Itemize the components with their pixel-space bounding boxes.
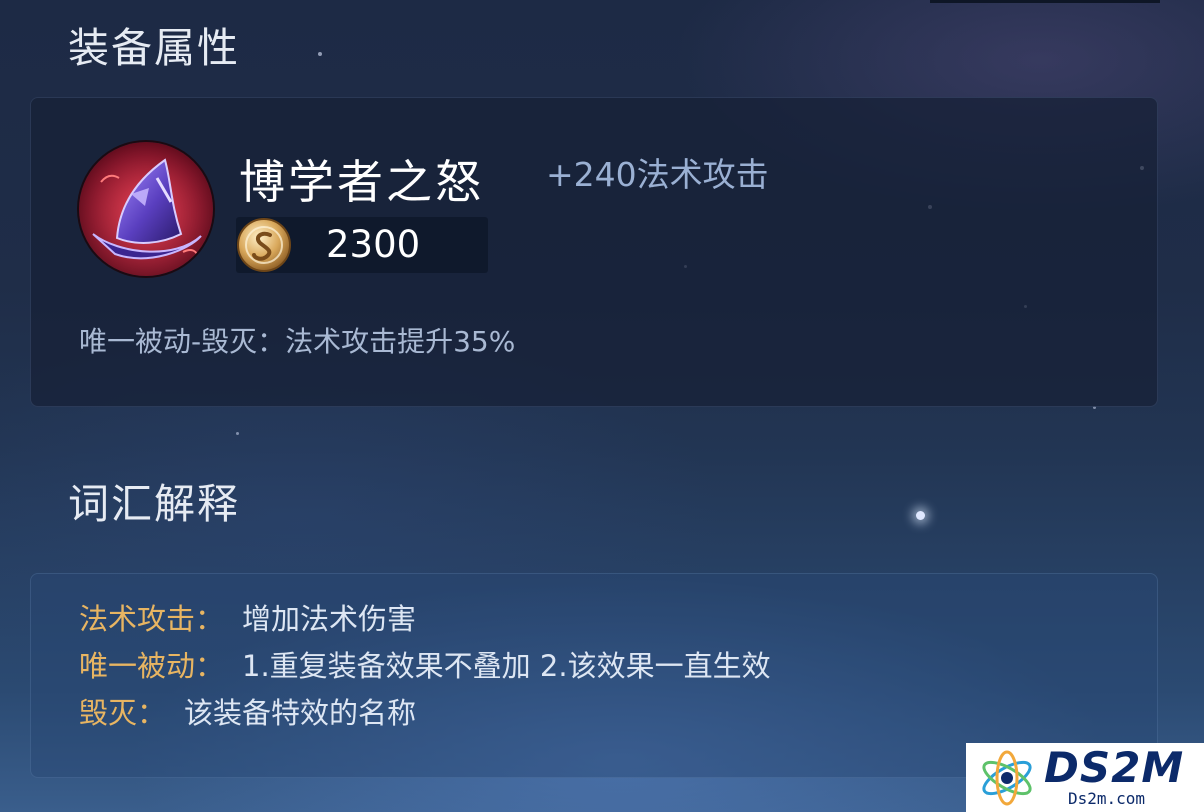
gold-coin-icon <box>236 217 292 273</box>
glossary-definition: 增加法术伤害 <box>242 602 417 636</box>
glossary-term: 唯一被动： <box>79 649 225 683</box>
glossary-section-title: 词汇解释 <box>68 480 240 528</box>
glossary-definition: 该装备特效的名称 <box>184 696 417 730</box>
star-decoration <box>318 52 322 56</box>
star-decoration <box>236 432 239 435</box>
glossary-term: 法术攻击： <box>79 602 225 636</box>
watermark-subtitle: Ds2m.com <box>1068 789 1146 808</box>
atom-logo-icon <box>978 749 1036 807</box>
glossary-row: 唯一被动： 1.重复装备效果不叠加 2.该效果一直生效 <box>79 643 771 685</box>
watermark-title: DS2M <box>1044 743 1185 792</box>
site-watermark: DS2M Ds2m.com <box>966 743 1204 812</box>
item-stat: +240法术攻击 <box>546 155 769 194</box>
item-price: 2300 <box>326 223 421 266</box>
price-box: 2300 <box>236 217 488 273</box>
glossary-definition: 1.重复装备效果不叠加 2.该效果一直生效 <box>242 649 771 683</box>
passive-description: 唯一被动-毁灭：法术攻击提升35% <box>79 325 516 358</box>
equipment-panel: 博学者之怒 +240法术攻击 2300 唯一被动-毁灭：法术攻击提升35% <box>30 97 1158 407</box>
glossary-term: 毁灭： <box>79 696 167 730</box>
item-name: 博学者之怒 <box>239 155 484 209</box>
glossary-row: 毁灭： 该装备特效的名称 <box>79 690 416 732</box>
top-edge-bar <box>930 0 1160 3</box>
glossary-row: 法术攻击： 增加法术伤害 <box>79 596 416 638</box>
star-decoration <box>916 511 925 520</box>
equipment-section-title: 装备属性 <box>68 24 240 72</box>
wizard-hat-icon <box>79 142 213 276</box>
